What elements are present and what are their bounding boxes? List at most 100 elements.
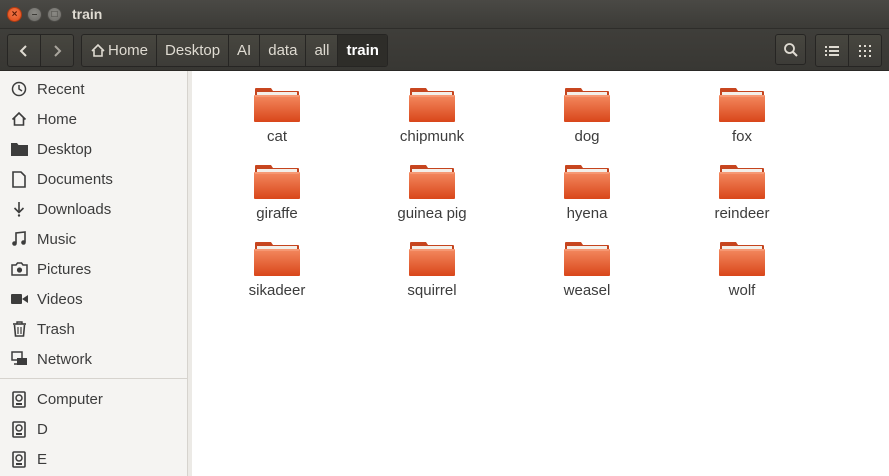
breadcrumb-train[interactable]: train (337, 35, 387, 66)
folder-name: hyena (566, 205, 608, 222)
chevron-left-icon (19, 44, 27, 57)
list-view-icon (825, 45, 839, 56)
sidebar-item-label: Home (37, 110, 78, 128)
download-icon (10, 200, 28, 218)
sidebar-item-videos[interactable]: Videos (0, 284, 187, 314)
folder-item[interactable]: chipmunk (367, 71, 497, 145)
folder-item[interactable]: fox (677, 71, 807, 145)
sidebar-item-label: Network (37, 350, 93, 368)
folder-item[interactable]: reindeer (677, 148, 807, 222)
maximize-window-button[interactable]: □ (47, 7, 62, 22)
folder-item[interactable]: weasel (522, 225, 652, 299)
sidebar-item-label: E (37, 450, 48, 468)
folder-icon (254, 164, 300, 200)
folder-item[interactable]: wolf (677, 225, 807, 299)
document-icon (10, 170, 28, 188)
search-button[interactable] (775, 34, 806, 65)
breadcrumb-label: Home (108, 42, 149, 59)
breadcrumb-ai[interactable]: AI (228, 35, 259, 66)
chevron-right-icon (54, 44, 62, 57)
sidebar-item-home[interactable]: Home (0, 104, 187, 134)
sidebar-item-downloads[interactable]: Downloads (0, 194, 187, 224)
sidebar-item-label: Videos (37, 290, 83, 308)
camera-icon (10, 260, 28, 278)
sidebar-item-label: Recent (37, 80, 85, 98)
sidebar-item-desktop[interactable]: Desktop (0, 134, 187, 164)
sidebar-item-documents[interactable]: Documents (0, 164, 187, 194)
sidebar-item-label: Pictures (37, 260, 92, 278)
sidebar-item-e[interactable]: E (0, 444, 187, 474)
sidebar-item-label: Desktop (37, 140, 93, 158)
sidebar-item-trash[interactable]: Trash (0, 314, 187, 344)
sidebar-item-d[interactable]: D (0, 414, 187, 444)
folder-name: squirrel (407, 282, 457, 299)
sidebar-item-music[interactable]: Music (0, 224, 187, 254)
folder-icon (719, 87, 765, 123)
folder-name: cat (266, 128, 287, 145)
folder-item[interactable]: cat (212, 71, 342, 145)
home-icon (10, 110, 28, 128)
drive-icon (10, 450, 28, 468)
sidebar-item-pictures[interactable]: Pictures (0, 254, 187, 284)
folder-icon (254, 241, 300, 277)
folder-icon (564, 164, 610, 200)
folder-item[interactable]: sikadeer (212, 225, 342, 299)
folder-item[interactable]: giraffe (212, 148, 342, 222)
folder-icon (10, 140, 28, 158)
folder-name: weasel (563, 282, 611, 299)
folder-item[interactable]: hyena (522, 148, 652, 222)
folder-item[interactable]: dog (522, 71, 652, 145)
file-view: cat chipmunk dog fox giraffe guinea pig hyena r… (192, 71, 889, 476)
grid-view-icon (859, 44, 871, 57)
folder-icon (719, 241, 765, 277)
grid-view-button[interactable] (848, 35, 881, 66)
folder-icon (409, 87, 455, 123)
folder-item[interactable]: guinea pig (367, 148, 497, 222)
navigation-buttons (7, 34, 74, 67)
sidebar-item-label: Music (37, 230, 77, 248)
breadcrumb-all[interactable]: all (305, 35, 337, 66)
close-icon: × (11, 9, 18, 20)
folder-name: reindeer (714, 205, 770, 222)
maximize-icon: □ (51, 9, 58, 20)
video-icon (10, 290, 28, 308)
music-icon (10, 230, 28, 248)
back-button[interactable] (8, 35, 40, 66)
list-view-button[interactable] (816, 35, 848, 66)
forward-button[interactable] (40, 35, 73, 66)
title-bar: × – □ train (0, 0, 889, 29)
sidebar-separator (0, 378, 187, 379)
folder-icon (409, 164, 455, 200)
folder-name: wolf (728, 282, 756, 299)
sidebar-item-network[interactable]: Network (0, 344, 187, 374)
home-icon (90, 43, 106, 58)
close-window-button[interactable]: × (7, 7, 22, 22)
folder-item[interactable]: squirrel (367, 225, 497, 299)
minimize-icon: – (31, 9, 38, 20)
toolbar: Home Desktop AI data all train (0, 29, 889, 71)
folder-name: giraffe (256, 205, 298, 222)
folder-name: chipmunk (399, 128, 465, 145)
folder-icon (564, 241, 610, 277)
breadcrumb: Home Desktop AI data all train (81, 34, 388, 67)
trash-icon (10, 320, 28, 338)
sidebar-item-recent[interactable]: Recent (0, 74, 187, 104)
sidebar-item-label: D (37, 420, 48, 438)
sidebar-item-computer[interactable]: Computer (0, 384, 187, 414)
drive-icon (10, 390, 28, 408)
sidebar-item-label: Trash (37, 320, 75, 338)
search-icon (783, 42, 798, 57)
breadcrumb-data[interactable]: data (259, 35, 305, 66)
breadcrumb-desktop[interactable]: Desktop (156, 35, 228, 66)
view-mode-buttons (815, 34, 882, 67)
sidebar-item-label: Downloads (37, 200, 112, 218)
folder-icon (719, 164, 765, 200)
breadcrumb-home[interactable]: Home (82, 35, 156, 66)
folder-icon (564, 87, 610, 123)
folder-name: fox (731, 128, 752, 145)
sidebar-item-label: Computer (37, 390, 103, 408)
clock-icon (10, 80, 28, 98)
drive-icon (10, 420, 28, 438)
minimize-window-button[interactable]: – (27, 7, 42, 22)
sidebar: Recent Home Desktop Documents Downloads … (0, 71, 188, 476)
